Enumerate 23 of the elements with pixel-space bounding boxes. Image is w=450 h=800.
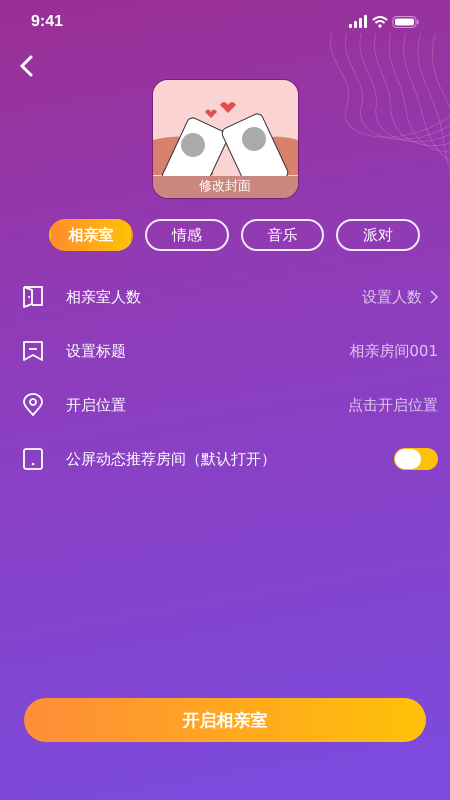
setting-label: 开启位置: [66, 396, 127, 414]
setting-label: 相亲室人数: [66, 288, 142, 306]
chevron-right-icon[interactable]: [430, 290, 438, 304]
category-tab[interactable]: 情感: [145, 219, 229, 251]
change-cover-label[interactable]: 修改封面: [152, 176, 298, 198]
setting-value[interactable]: 设置人数: [362, 288, 422, 306]
category-tab[interactable]: 音乐: [240, 219, 324, 251]
setting-label: 设置标题: [66, 342, 127, 360]
setting-value[interactable]: 相亲房间001: [349, 342, 438, 360]
setting-value[interactable]: 点击开启位置: [348, 396, 438, 414]
back-button[interactable]: [17, 53, 35, 79]
location-pin-icon: [21, 393, 45, 417]
start-room-button[interactable]: 开启相亲室: [24, 698, 426, 742]
category-tab[interactable]: 相亲室: [49, 219, 134, 251]
category-tab[interactable]: 派对: [336, 219, 420, 251]
setting-label: 公屏动态推荐房间（默认打开）: [66, 450, 277, 468]
tablet-icon: [21, 447, 45, 471]
door-icon: [21, 285, 45, 309]
status-icons-drawing: [348, 15, 420, 29]
toggle-switch[interactable]: [394, 448, 438, 470]
bookmark-icon: [21, 339, 45, 363]
cover-image[interactable]: 修改封面: [152, 79, 298, 199]
status-time: 9:41: [31, 13, 64, 31]
